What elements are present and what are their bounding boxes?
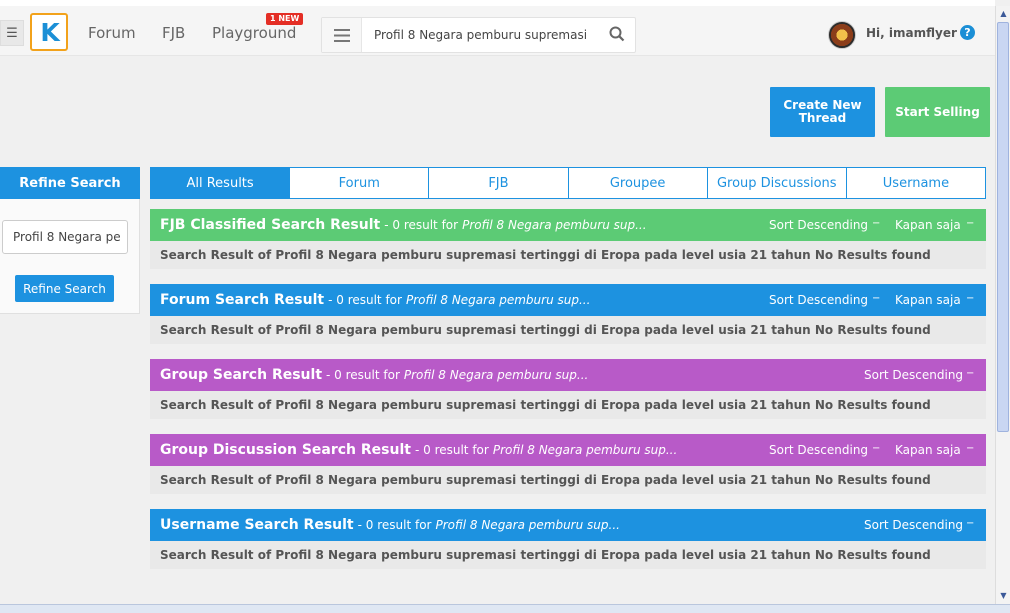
user-greeting[interactable]: Hi, imamflyer <box>866 26 957 40</box>
browser-status-bar <box>0 604 1010 613</box>
tab-groupee[interactable]: Groupee <box>567 168 707 198</box>
result-message: Search Result of Profil 8 Negara pemburu… <box>150 466 986 494</box>
tab-forum[interactable]: Forum <box>289 168 428 198</box>
forum-result-section: Forum Search Result - 0 result for Profi… <box>150 284 986 344</box>
result-count: - 0 result for <box>326 368 400 382</box>
chevron-down-icon[interactable]: − <box>966 518 974 529</box>
refine-search-button[interactable]: Refine Search <box>15 275 114 302</box>
vertical-scrollbar[interactable]: ▲ ▼ <box>995 6 1010 604</box>
sort-dropdown[interactable]: Sort Descending <box>769 293 868 307</box>
refine-search-panel: Refine Search <box>0 199 140 314</box>
refine-search-heading: Refine Search <box>0 167 140 199</box>
scrollbar-thumb[interactable] <box>997 22 1009 432</box>
chevron-down-icon[interactable]: − <box>966 218 974 229</box>
section-header: Forum Search Result - 0 result for Profi… <box>150 284 986 316</box>
search-category-menu-icon[interactable] <box>322 18 362 52</box>
chevron-down-icon[interactable]: − <box>966 443 974 454</box>
result-count: - 0 result for <box>357 518 432 532</box>
result-count: - 0 result for <box>328 293 402 307</box>
scroll-down-icon[interactable]: ▼ <box>998 590 1009 601</box>
section-title: Group Discussion Search Result <box>160 442 411 458</box>
kaskus-logo[interactable]: K <box>30 13 68 51</box>
chevron-down-icon[interactable]: − <box>966 293 974 304</box>
create-new-thread-button[interactable]: Create New Thread <box>770 87 875 137</box>
result-query: Profil 8 Negara pemburu sup... <box>462 218 647 232</box>
help-icon[interactable]: ? <box>960 25 975 40</box>
sort-dropdown[interactable]: Sort Descending <box>769 218 868 232</box>
menu-icon[interactable]: ☰ <box>0 20 24 46</box>
section-title: Forum Search Result <box>160 292 325 308</box>
result-count: - 0 result for <box>384 218 459 232</box>
result-tabs: All Results Forum FJB Groupee Group Disc… <box>150 167 986 199</box>
nav-fjb[interactable]: FJB <box>162 24 185 42</box>
section-header: Group Discussion Search Result - 0 resul… <box>150 434 986 466</box>
time-filter-dropdown[interactable]: Kapan saja <box>895 443 961 457</box>
nav-forum[interactable]: Forum <box>88 24 136 42</box>
nav-playground[interactable]: Playground <box>212 24 296 42</box>
result-message: Search Result of Profil 8 Negara pemburu… <box>150 316 986 344</box>
scroll-up-icon[interactable]: ▲ <box>998 8 1009 19</box>
tab-all-results[interactable]: All Results <box>151 168 290 198</box>
chevron-down-icon[interactable]: − <box>872 218 880 229</box>
start-selling-button[interactable]: Start Selling <box>885 87 990 137</box>
result-query: Profil 8 Negara pemburu sup... <box>403 368 589 382</box>
chevron-down-icon[interactable]: − <box>872 293 880 304</box>
group-result-section: Group Search Result - 0 result for Profi… <box>150 359 986 419</box>
tab-group-discussions[interactable]: Group Discussions <box>706 168 846 198</box>
section-title: Username Search Result <box>160 517 354 533</box>
result-message: Search Result of Profil 8 Negara pemburu… <box>150 541 986 569</box>
sort-dropdown[interactable]: Sort Descending <box>769 443 868 457</box>
sort-dropdown[interactable]: Sort Descending <box>864 368 963 382</box>
search-bar <box>321 17 636 53</box>
chevron-down-icon[interactable]: − <box>872 443 880 454</box>
section-header: FJB Classified Search Result - 0 result … <box>150 209 986 241</box>
section-title: FJB Classified Search Result <box>160 217 381 233</box>
fjb-result-section: FJB Classified Search Result - 0 result … <box>150 209 986 269</box>
tab-username[interactable]: Username <box>845 168 985 198</box>
user-avatar[interactable] <box>828 21 856 49</box>
time-filter-dropdown[interactable]: Kapan saja <box>895 218 961 232</box>
refine-search-input[interactable] <box>2 220 128 254</box>
new-badge: 1 NEW <box>266 13 304 25</box>
chevron-down-icon[interactable]: − <box>966 368 974 379</box>
tab-fjb[interactable]: FJB <box>428 168 567 198</box>
group-discussion-result-section: Group Discussion Search Result - 0 resul… <box>150 434 986 494</box>
sort-dropdown[interactable]: Sort Descending <box>864 518 963 532</box>
section-header: Username Search Result - 0 result for Pr… <box>150 509 986 541</box>
search-input[interactable] <box>374 26 590 44</box>
section-title: Group Search Result <box>160 367 323 383</box>
result-query: Profil 8 Negara pemburu sup... <box>492 443 678 457</box>
result-message: Search Result of Profil 8 Negara pemburu… <box>150 241 986 269</box>
time-filter-dropdown[interactable]: Kapan saja <box>895 293 961 307</box>
result-message: Search Result of Profil 8 Negara pemburu… <box>150 391 986 419</box>
section-header: Group Search Result - 0 result for Profi… <box>150 359 986 391</box>
result-query: Profil 8 Negara pemburu sup... <box>405 293 591 307</box>
top-navigation-bar: ☰ K Forum FJB Playground 1 NEW Hi, imamf… <box>0 6 995 56</box>
username-result-section: Username Search Result - 0 result for Pr… <box>150 509 986 569</box>
result-query: Profil 8 Negara pemburu sup... <box>435 518 620 532</box>
result-count: - 0 result for <box>414 443 489 457</box>
search-icon[interactable] <box>609 26 627 44</box>
